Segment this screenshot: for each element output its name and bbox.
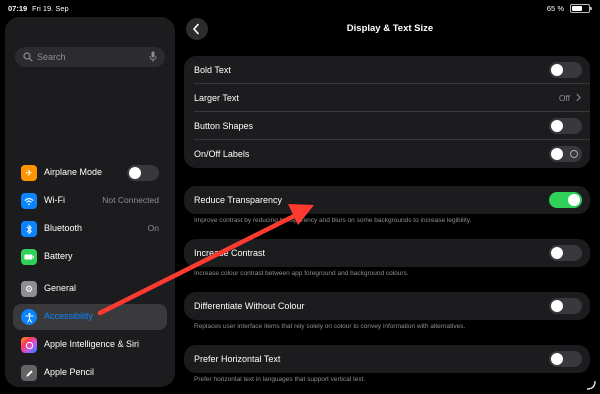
sidebar-item-apple-pencil[interactable]: Apple Pencil	[13, 360, 167, 386]
accessibility-icon	[21, 309, 37, 325]
sidebar-item-apple-intelligence-siri[interactable]: Apple Intelligence & Siri	[13, 332, 167, 358]
increase-contrast-label: Increase Contrast	[194, 248, 266, 258]
off-indicator-icon	[570, 150, 578, 158]
search-icon	[23, 52, 33, 62]
horizontal-text-label: Prefer Horizontal Text	[194, 354, 281, 364]
sidebar-item-label: Accessibility	[44, 311, 94, 321]
sidebar-item-value: Not Connected	[102, 195, 159, 205]
bold-text-toggle[interactable]	[549, 62, 582, 78]
back-button[interactable]	[186, 18, 208, 40]
resize-corner-icon	[586, 380, 596, 390]
sidebar-item-accessibility[interactable]: Accessibility	[13, 304, 167, 330]
horizontal-text-footnote: Prefer horizontal text in languages that…	[194, 376, 366, 383]
onoff-labels-row[interactable]: On/Off Labels	[184, 140, 590, 168]
increase-contrast-row[interactable]: Increase Contrast	[184, 239, 590, 267]
sidebar-item-label: Battery	[44, 251, 73, 261]
airplane-icon: ✈	[21, 165, 37, 181]
sidebar-item-value: On	[147, 223, 159, 233]
button-shapes-toggle[interactable]	[549, 118, 582, 134]
sidebar-item-bluetooth[interactable]: Bluetooth On	[13, 216, 167, 242]
sidebar-item-label: General	[44, 283, 77, 293]
differentiate-toggle[interactable]	[549, 298, 582, 314]
increase-contrast-footnote: Increase colour contrast between app for…	[194, 270, 409, 277]
search-placeholder: Search	[37, 52, 66, 62]
status-time: 07:19	[8, 4, 28, 13]
larger-text-row[interactable]: Larger Text Off	[184, 84, 590, 112]
onoff-labels-toggle[interactable]	[549, 146, 582, 162]
horizontal-text-group: Prefer Horizontal Text	[184, 345, 590, 373]
pencil-icon	[21, 365, 37, 381]
bold-text-label: Bold Text	[194, 65, 231, 75]
differentiate-group: Differentiate Without Colour	[184, 292, 590, 320]
sidebar-item-airplane-mode[interactable]: ✈ Airplane Mode	[13, 160, 167, 186]
differentiate-label: Differentiate Without Colour	[194, 301, 305, 311]
sidebar-item-battery[interactable]: Battery	[13, 244, 167, 270]
button-shapes-row[interactable]: Button Shapes	[184, 112, 590, 140]
page-title: Display & Text Size	[346, 23, 434, 34]
reduce-transparency-footnote: Improve contrast by reducing transparenc…	[194, 217, 472, 224]
microphone-icon[interactable]	[149, 51, 157, 63]
reduce-transparency-row[interactable]: Reduce Transparency	[184, 186, 590, 214]
reduce-transparency-label: Reduce Transparency	[194, 195, 283, 205]
gear-icon: ⚙	[21, 281, 37, 297]
increase-contrast-toggle[interactable]	[549, 245, 582, 261]
differentiate-row[interactable]: Differentiate Without Colour	[184, 292, 590, 320]
bluetooth-icon	[21, 221, 37, 237]
button-shapes-label: Button Shapes	[194, 121, 254, 131]
airplane-mode-toggle[interactable]	[127, 165, 159, 181]
siri-icon	[21, 337, 37, 353]
horizontal-text-toggle[interactable]	[549, 351, 582, 367]
differentiate-footnote: Replaces user interface items that rely …	[194, 323, 466, 330]
reduce-transparency-group: Reduce Transparency	[184, 186, 590, 214]
sidebar-item-label: Apple Pencil	[44, 367, 95, 377]
larger-text-value: Off	[558, 93, 570, 103]
status-date: Fri 19. Sep	[32, 4, 69, 13]
reduce-transparency-toggle[interactable]	[549, 192, 582, 208]
sidebar-item-label: Apple Intelligence & Siri	[44, 339, 140, 349]
larger-text-label: Larger Text	[194, 93, 239, 103]
status-battery-icon	[570, 4, 592, 13]
sidebar-item-label: Wi-Fi	[44, 195, 65, 205]
battery-icon	[21, 249, 37, 265]
chevron-left-icon	[193, 23, 199, 35]
wifi-icon	[21, 193, 37, 209]
increase-contrast-group: Increase Contrast	[184, 239, 590, 267]
onoff-labels-label: On/Off Labels	[194, 149, 250, 159]
text-options-group: Bold Text Larger Text Off Button Shapes …	[184, 56, 590, 168]
bold-text-row[interactable]: Bold Text	[184, 56, 590, 84]
sidebar-item-label: Airplane Mode	[44, 167, 103, 177]
sidebar: Search ✈ Airplane Mode Wi-Fi Not Connect…	[5, 17, 175, 387]
status-bar: 07:19 Fri 19. Sep 65 %	[0, 0, 600, 16]
chevron-right-icon	[576, 93, 581, 102]
status-battery-percent: 65 %	[546, 4, 564, 13]
horizontal-text-row[interactable]: Prefer Horizontal Text	[184, 345, 590, 373]
sidebar-item-label: Bluetooth	[44, 223, 83, 233]
sidebar-item-general[interactable]: ⚙ General	[13, 276, 167, 302]
search-field[interactable]: Search	[15, 47, 165, 67]
sidebar-item-wifi[interactable]: Wi-Fi Not Connected	[13, 188, 167, 214]
